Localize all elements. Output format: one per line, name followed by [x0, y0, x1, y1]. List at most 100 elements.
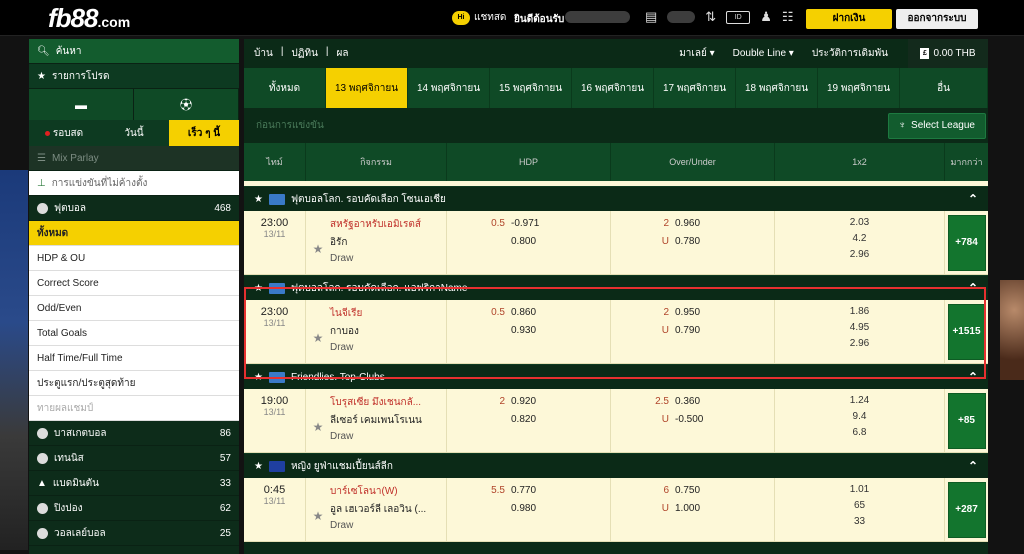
- odds-over[interactable]: 0.950: [675, 307, 700, 318]
- sidebar-item-tennis[interactable]: เทนนิส 57: [29, 446, 239, 471]
- league-header[interactable]: ★ ฟุตบอลโลก. รอบคัดเลือก. แอฟริกาName ⌃: [244, 275, 988, 300]
- odds-x[interactable]: 4.95: [850, 322, 869, 333]
- odds-x[interactable]: 65: [854, 500, 865, 511]
- star-icon[interactable]: ★: [306, 211, 330, 274]
- star-icon[interactable]: ★: [254, 283, 263, 294]
- more-markets-button[interactable]: +784: [947, 214, 986, 271]
- tab-date-16[interactable]: 16 พฤศจิกายน: [572, 68, 654, 108]
- tab-today[interactable]: วันนี้: [99, 120, 169, 146]
- star-icon[interactable]: ★: [254, 372, 263, 383]
- nav-home[interactable]: บ้าน: [254, 46, 273, 61]
- odds-under[interactable]: 0.790: [675, 325, 700, 336]
- odds-x[interactable]: 9.4: [853, 411, 867, 422]
- tab-date-all[interactable]: ทั้งหมด: [244, 68, 326, 108]
- transfer-icon[interactable]: ⇅: [705, 9, 716, 25]
- deposit-button[interactable]: ฝากเงิน: [806, 9, 892, 29]
- col-event: กิจกรรม: [306, 143, 447, 181]
- sidebar-sub-outright[interactable]: ทายผลแชมป์: [29, 396, 239, 421]
- odds-over[interactable]: 0.960: [675, 218, 700, 229]
- odds-2[interactable]: 2.96: [850, 338, 869, 349]
- sidebar-search[interactable]: 🔍︎ ค้นหา: [29, 39, 239, 64]
- odds-hdp-home[interactable]: 0.920: [511, 396, 536, 407]
- odds-over[interactable]: 0.360: [675, 396, 703, 407]
- odds-1[interactable]: 1.24: [850, 395, 869, 406]
- odds-1[interactable]: 1.01: [850, 484, 869, 495]
- odds-hdp-home[interactable]: 0.770: [511, 485, 536, 496]
- sidebar-sub-hdp-ou[interactable]: HDP & OU: [29, 246, 239, 271]
- ball-icon[interactable]: ⚽︎: [134, 89, 239, 120]
- odds-hdp-away[interactable]: 0.820: [511, 414, 536, 425]
- tab-date-13[interactable]: 13 พฤศจิกายน: [326, 68, 408, 108]
- odds-2[interactable]: 6.8: [853, 427, 867, 438]
- sidebar-mix-parlay[interactable]: ☰ Mix Parlay: [29, 146, 239, 171]
- live-chat[interactable]: Hi แชทสด: [452, 10, 506, 25]
- odds-hdp-away[interactable]: 0.980: [511, 503, 536, 514]
- odds-1[interactable]: 2.03: [850, 217, 869, 228]
- league-header[interactable]: ★ Friendlies. Top-Clubs ⌃: [244, 364, 988, 389]
- star-icon[interactable]: ★: [254, 461, 263, 472]
- site-logo[interactable]: fb88.com: [48, 3, 130, 34]
- odds-x[interactable]: 4.2: [853, 233, 867, 244]
- odds-1[interactable]: 1.86: [850, 306, 869, 317]
- user-icon[interactable]: ♟: [760, 9, 772, 25]
- line-mode-select[interactable]: Double Line ▾: [733, 48, 794, 59]
- odds-under[interactable]: 0.780: [675, 236, 700, 247]
- sidebar-item-badminton[interactable]: ▲ แบดมินตัน 33: [29, 471, 239, 496]
- tab-live[interactable]: รอบสด: [29, 120, 99, 146]
- star-icon[interactable]: ★: [306, 389, 330, 452]
- tab-date-17[interactable]: 17 พฤศจิกายน: [654, 68, 736, 108]
- odds-format-select[interactable]: มาเลย์ ▾: [679, 46, 714, 61]
- tab-date-14[interactable]: 14 พฤศจิกายน: [408, 68, 490, 108]
- league-header[interactable]: ★ ฟุตบอลโลก. รอบคัดเลือก โซนเอเชีย ⌃: [244, 186, 988, 211]
- odds-hdp-home[interactable]: 0.860: [511, 307, 536, 318]
- chevron-up-icon[interactable]: ⌃: [968, 192, 978, 206]
- odds-2[interactable]: 2.96: [850, 249, 869, 260]
- select-league-button[interactable]: ♆ Select League: [887, 112, 986, 139]
- wallet-icon[interactable]: ▤: [645, 9, 657, 25]
- tab-date-other[interactable]: อื่น: [900, 68, 988, 108]
- chevron-up-icon[interactable]: ⌃: [968, 370, 978, 384]
- sidebar-pending-bets[interactable]: ⊥ การแข่งขันที่ไม่ค้างตั้ง: [29, 171, 239, 196]
- sidebar-sub-ht-ft[interactable]: Half Time/Full Time: [29, 346, 239, 371]
- tab-soon[interactable]: เร็ว ๆ นี้: [169, 120, 239, 146]
- sidebar-sub-total-goals[interactable]: Total Goals: [29, 321, 239, 346]
- odds-hdp-away[interactable]: 0.930: [511, 325, 536, 336]
- shuttlecock-icon: ▲: [37, 477, 47, 489]
- odds-2[interactable]: 33: [854, 516, 865, 527]
- sidebar-item-basketball[interactable]: บาสเกตบอล 86: [29, 421, 239, 446]
- sidebar-view-toggle: ▬ ⚽︎: [29, 89, 239, 120]
- sidebar-time-tabs: รอบสด วันนี้ เร็ว ๆ นี้: [29, 120, 239, 146]
- sidebar-favorites[interactable]: ★ รายการโปรด: [29, 64, 239, 89]
- star-icon[interactable]: ★: [254, 194, 263, 205]
- id-icon[interactable]: ID: [726, 10, 751, 24]
- more-markets-button[interactable]: +287: [947, 481, 986, 538]
- odds-hdp-home[interactable]: -0.971: [511, 218, 539, 229]
- odds-over[interactable]: 0.750: [675, 485, 700, 496]
- star-icon[interactable]: ★: [306, 478, 330, 541]
- bet-history-link[interactable]: ประวัติการเดิมพัน: [812, 46, 888, 61]
- tab-date-18[interactable]: 18 พฤศจิกายน: [736, 68, 818, 108]
- odds-under[interactable]: 1.000: [675, 503, 700, 514]
- more-markets-button[interactable]: +85: [947, 392, 986, 449]
- sidebar-item-table-tennis[interactable]: ปิงปอง 62: [29, 496, 239, 521]
- chevron-up-icon[interactable]: ⌃: [968, 459, 978, 473]
- more-markets-button[interactable]: +1515: [947, 303, 986, 360]
- sidebar-sub-correct-score[interactable]: Correct Score: [29, 271, 239, 296]
- nav-calendar[interactable]: ปฏิทิน: [291, 46, 318, 61]
- odds-hdp-away[interactable]: 0.800: [511, 236, 539, 247]
- sidebar-sub-odd-even[interactable]: Odd/Even: [29, 296, 239, 321]
- logout-button[interactable]: ออกจากระบบ: [896, 9, 978, 29]
- league-header[interactable]: ★ หญิง ยูฟ่าแชมเปี้ยนส์ลีก ⌃: [244, 453, 988, 478]
- chevron-up-icon[interactable]: ⌃: [968, 281, 978, 295]
- chat-box-icon[interactable]: ▬: [29, 89, 134, 120]
- tab-date-19[interactable]: 19 พฤศจิกายน: [818, 68, 900, 108]
- star-icon[interactable]: ★: [306, 300, 330, 363]
- sidebar-item-volleyball[interactable]: วอลเลย์บอล 25: [29, 521, 239, 546]
- nav-results[interactable]: ผล: [337, 46, 349, 61]
- sidebar-item-football[interactable]: ฟุตบอล 468: [29, 196, 239, 221]
- sidebar-sub-all[interactable]: ทั้งหมด: [29, 221, 239, 246]
- list-icon[interactable]: ☷: [782, 9, 794, 25]
- sidebar-sub-first-last[interactable]: ประตูแรก/ประตูสุดท้าย: [29, 371, 239, 396]
- tab-date-15[interactable]: 15 พฤศจิกายน: [490, 68, 572, 108]
- odds-under[interactable]: -0.500: [675, 414, 703, 425]
